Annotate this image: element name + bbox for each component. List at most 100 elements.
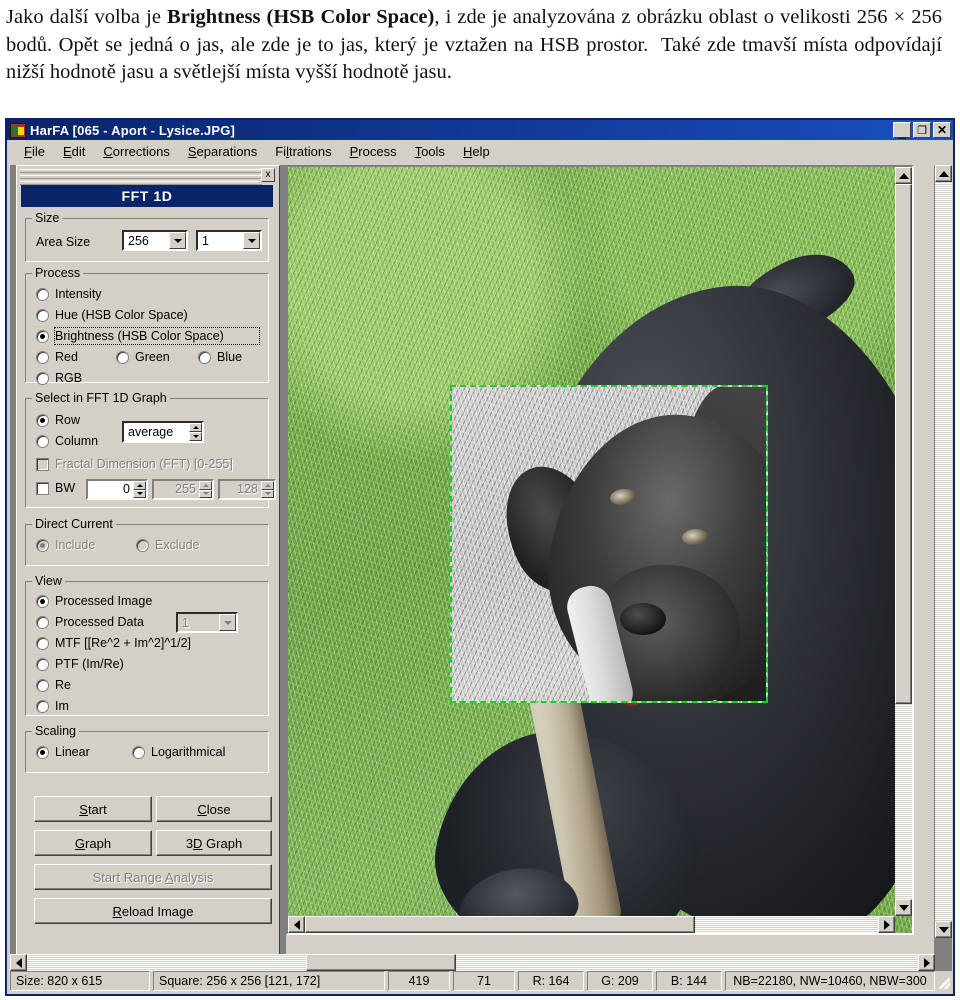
menu-item-tools[interactable]: Tools: [406, 142, 454, 161]
radio-blue[interactable]: Blue: [198, 350, 242, 364]
radio-intensity[interactable]: Intensity: [36, 287, 102, 301]
chevron-down-icon[interactable]: [169, 232, 186, 249]
3d-graph-button[interactable]: 3D Graph: [156, 830, 272, 856]
radio-re-label: Re: [55, 678, 71, 692]
processed-data-combo[interactable]: 1: [176, 612, 238, 633]
panel-close-icon[interactable]: x: [261, 168, 275, 182]
spinner-down-icon[interactable]: [189, 432, 202, 441]
status-blue: B: 144: [656, 971, 722, 991]
horizontal-scroll-thumb[interactable]: [305, 916, 695, 933]
image-horizontal-scrollbar[interactable]: [288, 916, 895, 933]
spinner-buttons[interactable]: [199, 481, 212, 498]
close-panel-button[interactable]: Close: [156, 796, 272, 822]
radio-red[interactable]: Red: [36, 350, 78, 364]
spinner-down-icon[interactable]: [261, 489, 274, 498]
graph-button[interactable]: Graph: [34, 830, 152, 856]
radio-im[interactable]: Im: [36, 699, 69, 713]
minimize-button[interactable]: _: [893, 122, 911, 138]
menu-item-file[interactable]: File: [15, 142, 54, 161]
process-group-label: Process: [32, 266, 84, 280]
bw-min-spinner[interactable]: 0: [86, 479, 148, 500]
mdi-horizontal-scrollbar[interactable]: [10, 954, 935, 971]
scroll-up-button[interactable]: [895, 167, 912, 184]
checkbox-bw[interactable]: BW: [36, 481, 75, 495]
spinner-up-icon[interactable]: [189, 423, 202, 432]
radio-icon: [36, 350, 49, 364]
graph-average-combo[interactable]: average: [122, 421, 204, 443]
window-titlebar[interactable]: HarFA [065 - Aport - Lysice.JPG] _ ❐ ✕: [7, 120, 953, 140]
image-viewport[interactable]: [286, 165, 914, 935]
minimize-icon: _: [898, 124, 906, 139]
menu-item-corrections[interactable]: Corrections: [94, 142, 178, 161]
checkbox-icon: [36, 457, 49, 471]
radio-hue[interactable]: Hue (HSB Color Space): [36, 308, 188, 322]
radio-row[interactable]: Row: [36, 413, 80, 427]
menu-item-edit[interactable]: Edit: [54, 142, 94, 161]
radio-mtf-label: MTF [[Re^2 + Im^2]^1/2]: [55, 636, 192, 650]
status-coord-x: 419: [388, 971, 450, 991]
photo-content: [288, 167, 912, 933]
spinner-up-icon[interactable]: [133, 481, 146, 490]
image-vertical-scrollbar[interactable]: [895, 167, 912, 916]
radio-ptf[interactable]: PTF (Im/Re): [36, 657, 124, 671]
mdi-horizontal-scroll-thumb[interactable]: [306, 954, 456, 971]
spinner-up-icon[interactable]: [261, 481, 274, 490]
spinner-down-icon[interactable]: [133, 489, 146, 498]
bw-max-value: 255: [175, 482, 196, 496]
start-button[interactable]: Start: [34, 796, 152, 822]
bw-max-spinner[interactable]: 255: [152, 479, 214, 500]
radio-dc-include-label: Include: [55, 538, 96, 552]
radio-column[interactable]: Column: [36, 434, 98, 448]
maximize-button[interactable]: ❐: [913, 122, 931, 138]
menu-item-help[interactable]: Help: [454, 142, 499, 161]
menu-item-separations[interactable]: Separations: [179, 142, 266, 161]
checkbox-fractal-dimension[interactable]: Fractal Dimension (FFT) [0-255]: [36, 457, 233, 471]
spinner-buttons[interactable]: [133, 481, 146, 498]
radio-mtf[interactable]: MTF [[Re^2 + Im^2]^1/2]: [36, 636, 191, 650]
radio-ptf-label: PTF (Im/Re): [55, 657, 124, 671]
scroll-down-button[interactable]: [895, 899, 912, 916]
mdi-scroll-up-button[interactable]: [935, 165, 952, 182]
radio-logarithmical[interactable]: Logarithmical: [132, 745, 225, 759]
radio-icon: [36, 678, 49, 692]
radio-icon: [136, 538, 149, 552]
panel-drag-grip[interactable]: [20, 169, 262, 185]
spinner-down-icon[interactable]: [199, 489, 212, 498]
radio-processed-data[interactable]: Processed Data: [36, 615, 144, 629]
spinner-buttons[interactable]: [189, 423, 202, 441]
bw-threshold-spinner[interactable]: 128: [218, 479, 276, 500]
radio-re[interactable]: Re: [36, 678, 71, 692]
chevron-down-icon[interactable]: [243, 232, 260, 249]
mdi-vertical-scrollbar[interactable]: [935, 165, 952, 938]
direct-current-group: Direct Current Include Exclude: [25, 517, 269, 566]
radio-green[interactable]: Green: [116, 350, 170, 364]
mdi-scroll-down-button[interactable]: [935, 921, 952, 938]
mdi-scroll-left-button[interactable]: [10, 954, 27, 971]
area-step-combo[interactable]: 1: [196, 230, 262, 251]
radio-rgb[interactable]: RGB: [36, 371, 82, 385]
status-size: Size: 820 x 615: [10, 971, 150, 991]
radio-icon: [116, 350, 129, 364]
scaling-group-label: Scaling: [32, 724, 79, 738]
menu-item-process[interactable]: Process: [341, 142, 406, 161]
spinner-up-icon[interactable]: [199, 481, 212, 490]
radio-processed-image[interactable]: Processed Image: [36, 594, 152, 608]
menu-item-filtrations[interactable]: Filtrations: [266, 142, 340, 161]
reload-image-button-label: Reload Image: [112, 903, 194, 919]
chevron-down-icon[interactable]: [219, 614, 236, 631]
selection-region[interactable]: [450, 385, 768, 703]
reload-image-button[interactable]: Reload Image: [34, 898, 272, 924]
resize-grip-icon[interactable]: [938, 971, 952, 991]
spinner-buttons[interactable]: [261, 481, 274, 498]
area-size-combo[interactable]: 256: [122, 230, 188, 251]
checkbox-icon: [36, 481, 49, 495]
mdi-scroll-right-button[interactable]: [918, 954, 935, 971]
scroll-right-button[interactable]: [878, 916, 895, 933]
vertical-scroll-thumb[interactable]: [895, 184, 912, 704]
select-graph-group: Select in FFT 1D Graph Row Column averag…: [25, 391, 276, 508]
close-button[interactable]: ✕: [933, 122, 951, 138]
image-child-window: [286, 165, 934, 955]
size-group: Size Area Size 256 1: [25, 211, 269, 262]
scroll-left-button[interactable]: [288, 916, 305, 933]
radio-linear[interactable]: Linear: [36, 745, 90, 759]
